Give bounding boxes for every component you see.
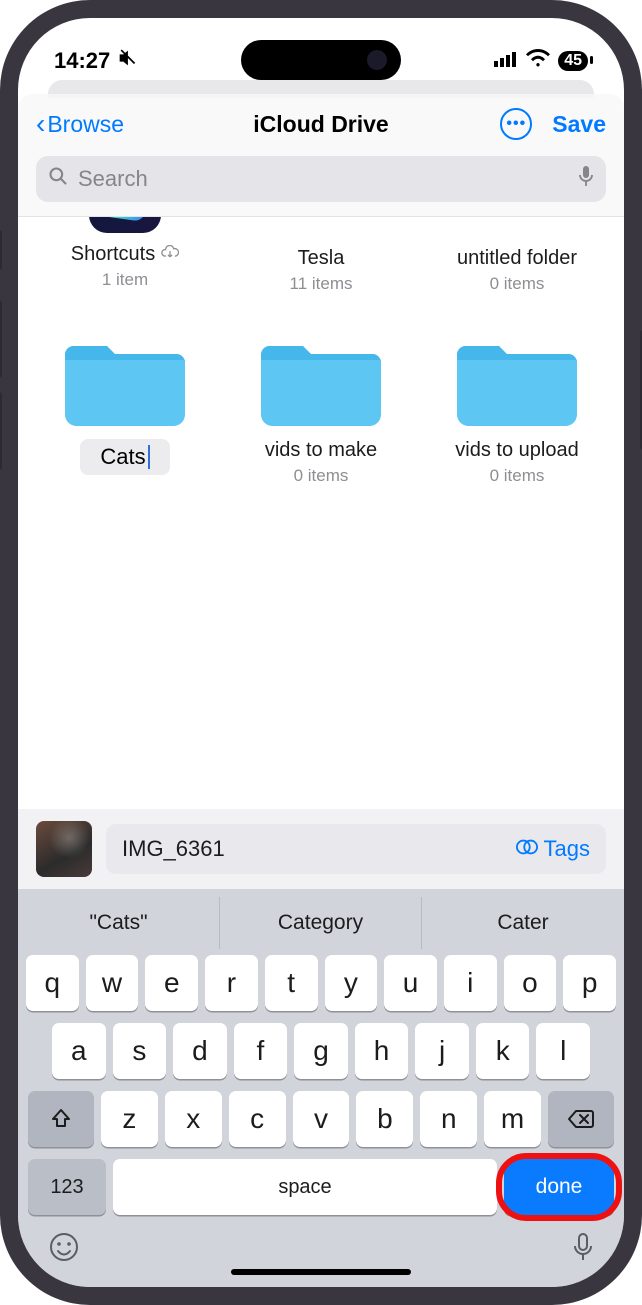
volume-up [0,300,2,378]
background-sheet-hint [18,86,624,94]
status-time: 14:27 [54,48,110,74]
key-m[interactable]: m [484,1091,541,1147]
key-e[interactable]: e [145,955,198,1011]
suggestion-bar: "Cats" Category Cater [18,897,624,949]
search-placeholder: Search [78,166,568,192]
item-label: vids to upload [455,439,578,462]
key-space[interactable]: space [113,1159,497,1215]
item-label: Shortcuts [71,243,155,266]
filename-value: IMG_6361 [122,836,225,862]
folder-icon [277,217,365,237]
back-button[interactable]: ‹ Browse [36,110,124,138]
search-icon [48,166,68,192]
grid-item-tesla[interactable]: Tesla 11 items [232,217,410,294]
key-done[interactable]: done [504,1159,614,1215]
key-s[interactable]: s [113,1023,167,1079]
key-x[interactable]: x [165,1091,222,1147]
grid-item-cats-editing[interactable]: Cats [36,334,214,486]
shift-icon [49,1107,73,1131]
key-shift[interactable] [28,1091,94,1147]
key-h[interactable]: h [355,1023,409,1079]
key-u[interactable]: u [384,955,437,1011]
tags-icon [516,836,538,862]
suggestion-2[interactable]: Category [220,897,422,949]
cloud-download-icon [161,245,179,264]
emoji-button[interactable] [48,1231,80,1271]
home-indicator[interactable] [231,1269,411,1275]
item-sub: 0 items [490,274,545,294]
key-j[interactable]: j [415,1023,469,1079]
dynamic-island [241,40,401,80]
suggestion-3[interactable]: Cater [422,897,624,949]
search-bar-container: Search [18,152,624,217]
key-k[interactable]: k [476,1023,530,1079]
volume-down [0,392,2,470]
key-numbers[interactable]: 123 [28,1159,106,1215]
file-grid[interactable]: Shortcuts 1 item Tesla 11 items [18,217,624,809]
key-q[interactable]: q [26,955,79,1011]
grid-item-untitled[interactable]: untitled folder 0 items [428,217,606,294]
item-sub: 1 item [102,270,148,290]
suggestion-1[interactable]: "Cats" [18,897,220,949]
key-z[interactable]: z [101,1091,158,1147]
key-v[interactable]: v [293,1091,350,1147]
key-r[interactable]: r [205,955,258,1011]
device-frame: 14:27 45 ‹ Browse iCloud D [0,0,642,1305]
folder-icon [473,217,561,237]
item-label: untitled folder [457,247,577,270]
grid-item-vids-to-upload[interactable]: vids to upload 0 items [428,334,606,486]
screen: 14:27 45 ‹ Browse iCloud D [18,18,624,1287]
key-b[interactable]: b [356,1091,413,1147]
key-backspace[interactable] [548,1091,614,1147]
emoji-icon [48,1231,80,1263]
item-label: Tesla [298,247,345,270]
folder-icon [457,334,577,429]
cellular-icon [494,50,518,73]
grid-item-vids-to-make[interactable]: vids to make 0 items [232,334,410,486]
key-c[interactable]: c [229,1091,286,1147]
key-i[interactable]: i [444,955,497,1011]
key-n[interactable]: n [420,1091,477,1147]
key-l[interactable]: l [536,1023,590,1079]
key-t[interactable]: t [265,955,318,1011]
key-d[interactable]: d [173,1023,227,1079]
file-rename-bar: IMG_6361 Tags [18,809,624,889]
nav-bar: ‹ Browse iCloud Drive ••• Save [18,94,624,152]
folder-name-input[interactable]: Cats [80,439,169,475]
ellipsis-icon: ••• [506,115,526,133]
battery-indicator: 45 [558,51,588,71]
text-cursor [148,445,150,469]
more-button[interactable]: ••• [500,108,532,140]
ringer-switch [0,230,2,270]
file-thumbnail[interactable] [36,821,92,877]
key-o[interactable]: o [504,955,557,1011]
backspace-icon [567,1108,595,1130]
key-f[interactable]: f [234,1023,288,1079]
item-label: vids to make [265,439,377,462]
chevron-left-icon: ‹ [36,110,45,138]
tags-button[interactable]: Tags [516,836,590,862]
folder-icon [65,334,185,429]
key-g[interactable]: g [294,1023,348,1079]
search-input[interactable]: Search [36,156,606,202]
key-p[interactable]: p [563,955,616,1011]
save-button[interactable]: Save [552,111,606,138]
folder-icon [261,334,381,429]
key-a[interactable]: a [52,1023,106,1079]
dictation-button[interactable] [572,1232,594,1270]
grid-item-shortcuts[interactable]: Shortcuts 1 item [36,217,214,294]
filename-input[interactable]: IMG_6361 Tags [106,824,606,874]
back-label: Browse [47,111,124,138]
item-sub: 11 items [290,274,353,294]
dictation-icon[interactable] [578,165,594,193]
keyboard: "Cats" Category Cater q w e r t y u i o … [18,889,624,1287]
microphone-icon [572,1232,594,1262]
item-sub: 0 items [294,466,349,486]
shortcuts-app-icon [89,217,161,233]
key-y[interactable]: y [325,955,378,1011]
key-w[interactable]: w [86,955,139,1011]
item-sub: 0 items [490,466,545,486]
wifi-icon [526,49,550,73]
silent-icon [116,47,138,75]
